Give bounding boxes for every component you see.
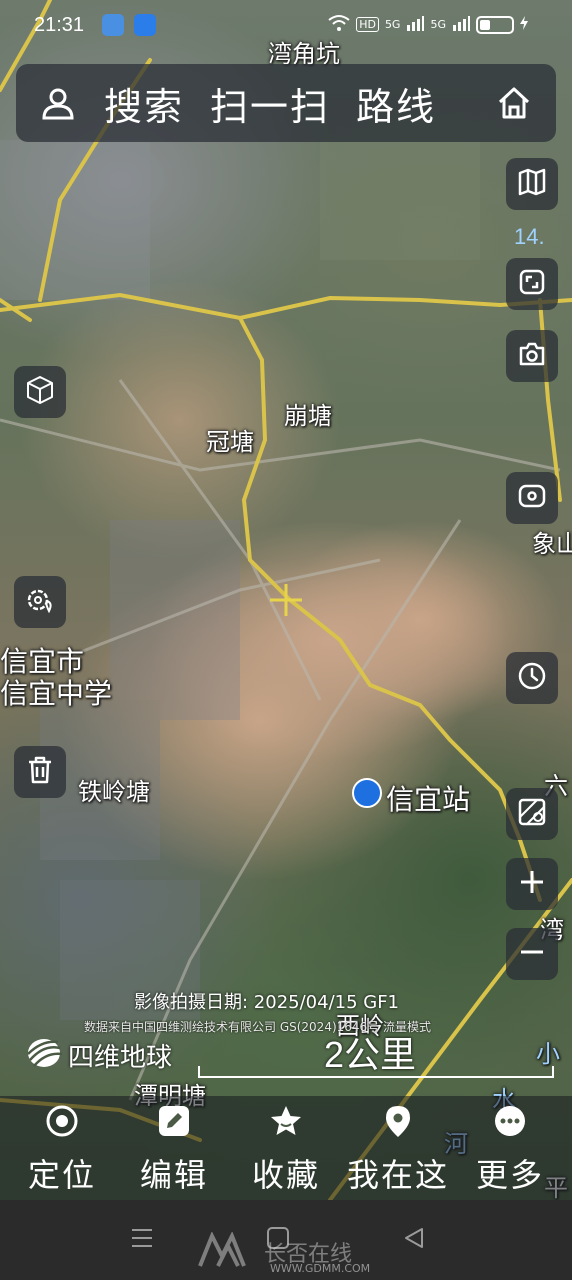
map-book-icon <box>518 168 546 200</box>
search-button[interactable]: 搜索 <box>104 76 184 131</box>
brand-name: 四维地球 <box>68 1042 173 1073</box>
more-dots-icon <box>493 1104 527 1138</box>
signal-icon <box>406 15 425 34</box>
hd-badge: HD <box>356 17 379 32</box>
weather-app-icon <box>102 14 124 36</box>
map-label[interactable]: 信宜中学 <box>0 672 112 712</box>
fullscreen-button[interactable] <box>506 258 558 310</box>
map-pin-tool-button[interactable] <box>506 788 558 840</box>
charging-icon <box>520 16 528 33</box>
map-label[interactable]: 崩塘 <box>284 396 332 431</box>
home-icon[interactable] <box>492 81 536 125</box>
map-marker-icon <box>517 797 547 831</box>
nav-label: 更多 <box>475 1156 544 1194</box>
trash-icon <box>27 756 53 788</box>
nav-label: 编辑 <box>139 1156 208 1194</box>
nav-label: 收藏 <box>251 1156 320 1194</box>
status-time: 21:31 <box>34 14 85 36</box>
station-pin-icon[interactable] <box>352 778 382 808</box>
map-label[interactable]: 小 <box>536 1034 560 1069</box>
signal-icon <box>452 15 470 34</box>
nav-edit[interactable]: 编辑 <box>119 1096 229 1200</box>
status-bar: 21:31 HD 5G 5G <box>0 0 572 50</box>
fullscreen-icon <box>518 268 546 300</box>
nav-favorite[interactable]: 收藏 <box>231 1096 341 1200</box>
top-toolbar: 搜索 扫一扫 路线 <box>16 64 556 142</box>
camera-icon <box>518 341 546 371</box>
wifi-icon <box>328 14 350 35</box>
map-label[interactable]: 象山 <box>532 524 572 559</box>
zoom-out-button[interactable] <box>506 928 558 980</box>
status-indicators: HD 5G 5G <box>328 14 528 35</box>
signal-5g-label: 5G <box>430 18 446 31</box>
zoom-in-button[interactable] <box>506 858 558 910</box>
3d-view-button[interactable] <box>14 366 66 418</box>
capture-date: 影像拍摄日期: 2025/04/15 GF1 <box>134 992 400 1013</box>
nav-label: 定位 <box>27 1156 96 1194</box>
clear-button[interactable] <box>14 746 66 798</box>
nav-locate[interactable]: 定位 <box>7 1096 117 1200</box>
map-label[interactable]: 冠塘 <box>206 422 254 457</box>
pencil-icon <box>157 1104 191 1138</box>
signal-5g-label: 5G <box>384 18 401 31</box>
nav-here[interactable]: 我在这 <box>343 1096 453 1200</box>
watermark-logo-icon <box>198 1231 258 1272</box>
screenshot-button[interactable] <box>506 472 558 524</box>
bottom-nav: 定位 编辑 收藏 我在这 更多 <box>0 1096 572 1200</box>
user-icon[interactable] <box>36 81 80 125</box>
watermark-url: WWW.GDMM.COM <box>270 1262 371 1275</box>
plus-icon <box>519 869 545 899</box>
camera-button[interactable] <box>506 330 558 382</box>
clock-icon <box>517 661 547 695</box>
brand-logo: 四维地球 <box>24 1036 172 1074</box>
map-layers-button[interactable] <box>506 158 558 210</box>
zoom-level: 14. <box>514 224 545 249</box>
map-label[interactable]: 信宜站 <box>386 778 470 818</box>
globe-logo-icon <box>24 1036 64 1074</box>
minus-icon <box>519 939 545 969</box>
battery-icon <box>476 15 514 34</box>
rotate-camera-icon <box>517 483 547 513</box>
scale-bar <box>198 1066 554 1078</box>
history-button[interactable] <box>506 652 558 704</box>
menu-icon[interactable] <box>130 1226 154 1254</box>
route-button[interactable]: 路线 <box>356 76 436 131</box>
star-icon <box>269 1104 303 1138</box>
scan-button[interactable]: 扫一扫 <box>210 76 330 131</box>
browser-app-icon <box>134 14 156 36</box>
nav-label: 我在这 <box>346 1156 449 1194</box>
location-gear-icon <box>25 585 55 619</box>
3d-cube-icon <box>25 375 55 409</box>
location-pin-icon <box>381 1104 415 1138</box>
back-icon[interactable] <box>402 1226 426 1254</box>
nav-more[interactable]: 更多 <box>455 1096 565 1200</box>
locate-target-icon <box>45 1104 79 1138</box>
location-settings-button[interactable] <box>14 576 66 628</box>
map-label[interactable]: 铁岭塘 <box>78 772 150 807</box>
